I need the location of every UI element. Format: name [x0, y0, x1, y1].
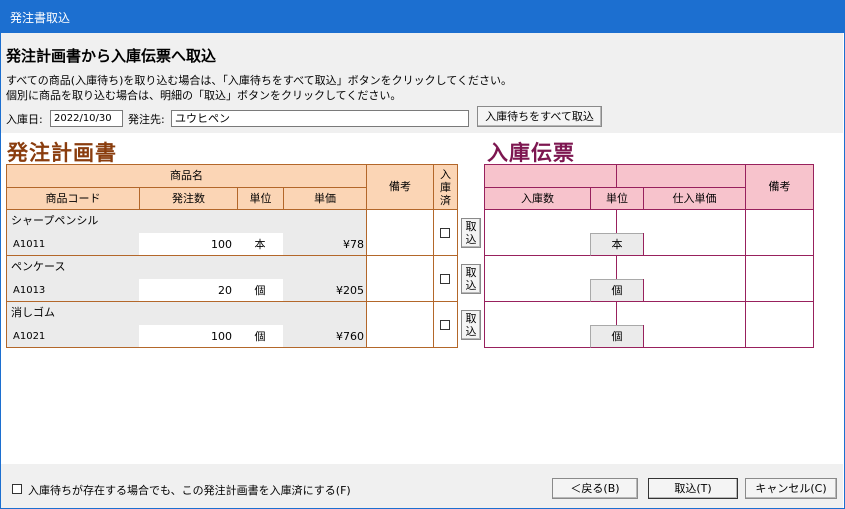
received-cell: [433, 256, 458, 302]
product-code-cell: A1013: [6, 279, 140, 302]
supplier-field[interactable]: ユウヒペン: [171, 110, 469, 127]
receipt-top-cell[interactable]: [484, 256, 746, 280]
row-import-button-label-1: 取: [465, 312, 477, 325]
row-import-button[interactable]: 取込: [461, 264, 481, 294]
receipt-price-cell[interactable]: [643, 325, 746, 348]
cancel-button[interactable]: キャンセル(C): [745, 478, 837, 499]
unit-price-cell: ¥205: [283, 279, 367, 302]
receipt-price-cell[interactable]: [643, 279, 746, 302]
title-bar: 発注書取込: [0, 0, 845, 33]
row-import-button-label-2: 込: [465, 325, 477, 338]
page-title: 発注計画書から入庫伝票へ取込: [6, 47, 217, 65]
receipt-unit-cell: 個: [590, 279, 644, 302]
header-unit: 単位: [237, 187, 284, 210]
complete-checkbox[interactable]: [12, 484, 22, 494]
row-import-button-label-1: 取: [465, 266, 477, 279]
remarks-cell[interactable]: [366, 256, 434, 302]
header-received: 入 庫 済: [433, 164, 458, 210]
receipt-header-unit: 単位: [590, 187, 644, 210]
receipt-remarks-cell[interactable]: [745, 210, 814, 256]
order-plan-title: 発注計画書: [7, 141, 117, 165]
import-button[interactable]: 取込(T): [648, 478, 738, 499]
header-received-3: 済: [440, 194, 451, 207]
receipt-unit-cell: 個: [590, 325, 644, 348]
unit-cell: 個: [237, 325, 284, 348]
receipt-price-cell[interactable]: [643, 233, 746, 256]
date-label: 入庫日:: [6, 113, 43, 126]
header-received-1: 入: [440, 168, 451, 181]
receipt-top-cell[interactable]: [484, 210, 746, 234]
remarks-cell[interactable]: [366, 210, 434, 256]
receipt-remarks-cell[interactable]: [745, 256, 814, 302]
receipt-header-blank-2: [616, 164, 746, 188]
receipt-header-remarks: 備考: [745, 164, 814, 210]
product-name-cell: シャープペンシル: [6, 210, 367, 234]
back-button[interactable]: ＜戻る(B): [552, 478, 638, 499]
row-import-button[interactable]: 取込: [461, 310, 481, 340]
receipt-qty-cell[interactable]: [484, 233, 591, 256]
receipt-unit-cell: 本: [590, 233, 644, 256]
receipt-divider: [616, 210, 617, 234]
receipt-qty-cell[interactable]: [484, 325, 591, 348]
order-qty-cell: 100: [139, 325, 238, 348]
row-import-button-label-1: 取: [465, 220, 477, 233]
received-cell: [433, 210, 458, 256]
receipt-divider: [616, 256, 617, 280]
row-import-button[interactable]: 取込: [461, 218, 481, 248]
receipt-header-qty: 入庫数: [484, 187, 591, 210]
date-field[interactable]: 2022/10/30: [50, 110, 123, 127]
product-name-cell: 消しゴム: [6, 302, 367, 326]
supplier-label: 発注先:: [128, 113, 165, 126]
header-unit-price: 単価: [283, 187, 367, 210]
order-qty-cell: 100: [139, 233, 238, 256]
receipt-title: 入庫伝票: [487, 141, 575, 165]
receipt-header-price: 仕入単価: [643, 187, 746, 210]
product-name-cell: ペンケース: [6, 256, 367, 280]
received-checkbox[interactable]: [440, 228, 450, 238]
receipt-top-cell[interactable]: [484, 302, 746, 326]
header-product-name: 商品名: [6, 164, 367, 188]
unit-cell: 本: [237, 233, 284, 256]
receipt-header-blank-1: [484, 164, 617, 188]
unit-cell: 個: [237, 279, 284, 302]
product-code-cell: A1021: [6, 325, 140, 348]
receipt-remarks-cell[interactable]: [745, 302, 814, 348]
header-product-code: 商品コード: [6, 187, 140, 210]
complete-checkbox-label: 入庫待ちが存在する場合でも、この発注計画書を入庫済にする(F): [28, 484, 351, 497]
header-remarks: 備考: [366, 164, 434, 210]
window-title: 発注書取込: [10, 11, 71, 25]
row-import-button-label-2: 込: [465, 233, 477, 246]
received-checkbox[interactable]: [440, 274, 450, 284]
instruction-text-1: すべての商品(入庫待ち)を取り込む場合は、「入庫待ちをすべて取込」ボタンをクリッ…: [6, 74, 512, 87]
order-qty-cell: 20: [139, 279, 238, 302]
receipt-qty-cell[interactable]: [484, 279, 591, 302]
header-received-2: 庫: [440, 181, 451, 194]
receipt-divider: [616, 302, 617, 326]
import-all-button[interactable]: 入庫待ちをすべて取込: [477, 106, 602, 127]
unit-price-cell: ¥78: [283, 233, 367, 256]
remarks-cell[interactable]: [366, 302, 434, 348]
unit-price-cell: ¥760: [283, 325, 367, 348]
received-checkbox[interactable]: [440, 320, 450, 330]
row-import-button-label-2: 込: [465, 279, 477, 292]
header-order-qty: 発注数: [139, 187, 238, 210]
instruction-text-2: 個別に商品を取り込む場合は、明細の「取込」ボタンをクリックしてください。: [6, 89, 402, 102]
product-code-cell: A1011: [6, 233, 140, 256]
received-cell: [433, 302, 458, 348]
